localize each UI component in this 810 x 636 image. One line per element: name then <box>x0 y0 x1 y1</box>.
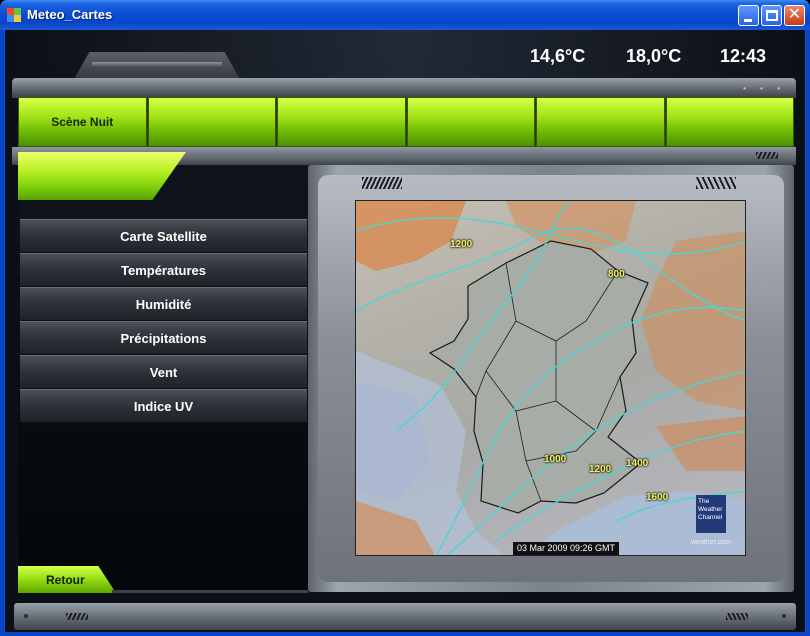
minimize-button[interactable] <box>738 5 759 26</box>
tab-5[interactable] <box>536 97 665 147</box>
tab-scene-nuit[interactable]: Scène Nuit <box>18 97 147 147</box>
cloud-orange-nw <box>356 201 466 271</box>
menu-item-indice-uv[interactable]: Indice UV <box>20 389 307 423</box>
grip-decor <box>66 613 88 620</box>
menu-item-temperatures[interactable]: Températures <box>20 253 307 287</box>
app-icon <box>7 8 21 22</box>
title-bar[interactable]: Meteo_Cartes ✕ <box>0 0 810 30</box>
menu-item-carte-satellite[interactable]: Carte Satellite <box>20 219 307 253</box>
cloud-orange-se <box>656 416 745 471</box>
menu-item-vent[interactable]: Vent <box>20 355 307 389</box>
weather-channel-logo: The Weather Channel <box>696 495 726 533</box>
clock: 12:43 <box>720 46 767 66</box>
isobar-label: 1000 <box>544 454 567 465</box>
dot-decor <box>24 614 28 618</box>
grip-decor <box>756 152 778 159</box>
tab-6[interactable] <box>665 97 794 147</box>
window-frame-bottom <box>0 632 810 636</box>
grip-decor-right <box>696 177 736 189</box>
top-metal-bar: • • • <box>12 78 796 98</box>
menu-item-humidite[interactable]: Humidité <box>20 287 307 321</box>
panel-underline <box>112 590 308 593</box>
maximize-button[interactable] <box>761 5 782 26</box>
close-icon: ✕ <box>787 6 802 23</box>
window-frame-right <box>806 30 810 636</box>
weather-site-label: weather.com <box>691 539 731 546</box>
close-button[interactable]: ✕ <box>784 5 805 26</box>
isobar-label: 1200 <box>450 239 473 250</box>
dot-decor <box>782 614 786 618</box>
tab-4[interactable] <box>406 97 535 147</box>
scene-tabstrip: Scène Nuit <box>18 97 794 147</box>
window-title: Meteo_Cartes <box>27 7 113 22</box>
tab-2[interactable] <box>147 97 276 147</box>
weather-map[interactable]: 1200 800 1000 1200 1400 1600 The Weather… <box>355 200 746 556</box>
indoor-temperature: 18,0°C <box>626 46 682 66</box>
menu-item-precipitations[interactable]: Précipitations <box>20 321 307 355</box>
isobar-label: 1400 <box>626 458 649 469</box>
dots-decor: • • • <box>743 84 786 93</box>
outdoor-temperature: 14,6°C <box>530 46 586 66</box>
grip-decor-left <box>362 177 402 189</box>
map-timestamp: 03 Mar 2009 09:26 GMT <box>513 542 620 555</box>
map-menu: Carte Satellite Températures Humidité Pr… <box>20 219 307 423</box>
minimize-icon <box>744 19 752 22</box>
map-graphic <box>356 201 745 555</box>
tab-3[interactable] <box>277 97 406 147</box>
grip-decor <box>726 613 748 620</box>
window-frame-left <box>0 30 4 636</box>
isobar-label: 1200 <box>589 464 612 475</box>
maximize-icon <box>766 10 778 21</box>
isobar-label: 800 <box>608 269 625 280</box>
bottom-metal-bar <box>14 603 796 630</box>
cloud-orange-e <box>641 231 745 411</box>
isobar-label: 1600 <box>646 492 669 503</box>
